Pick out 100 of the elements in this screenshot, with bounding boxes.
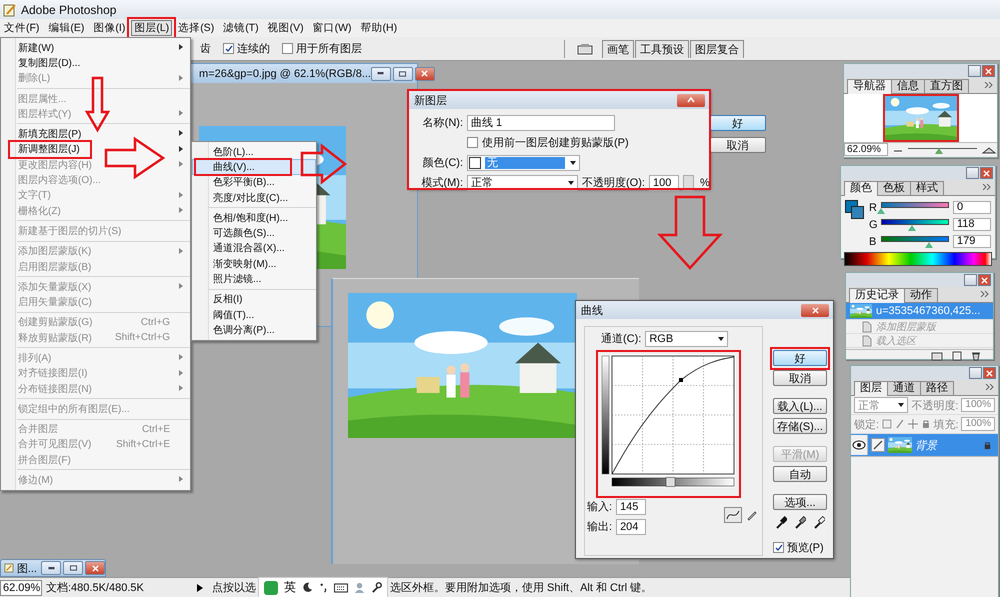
dialog-button[interactable]: 存储(S)... xyxy=(773,418,827,434)
trash-icon[interactable] xyxy=(971,351,981,361)
keyboard-icon[interactable] xyxy=(334,582,348,592)
zoom-field[interactable]: 62.09% xyxy=(844,143,888,156)
eyedropper-icon[interactable] xyxy=(794,516,806,530)
curve-tool-icon[interactable] xyxy=(724,507,742,523)
new-document-icon[interactable] xyxy=(951,351,963,361)
zoom-field[interactable]: 62.09% xyxy=(0,580,42,596)
panel-menu-icon[interactable] xyxy=(980,291,990,297)
panel-tab[interactable]: 通道 xyxy=(887,381,921,395)
panel-tab[interactable]: 历史记录 xyxy=(849,288,905,303)
dialog-button[interactable]: 载入(L)... xyxy=(773,398,827,414)
menu-item[interactable]: 视图(V) xyxy=(264,20,307,36)
menu-item[interactable]: 滤镜(T) xyxy=(220,20,262,36)
panel-tab[interactable]: 导航器 xyxy=(847,79,892,94)
pencil-icon[interactable] xyxy=(746,509,758,521)
palette-well-icon[interactable] xyxy=(577,42,593,54)
wrench-icon[interactable] xyxy=(371,582,382,593)
close-button[interactable] xyxy=(801,304,829,316)
menu-item[interactable]: 选择(S) xyxy=(175,20,218,36)
snapshot-icon[interactable] xyxy=(931,351,943,361)
panel-tab[interactable]: 色板 xyxy=(877,181,911,195)
midpoint-handle[interactable] xyxy=(666,477,676,487)
menu-item[interactable]: 通道混合器(X)... xyxy=(192,240,316,256)
minimized-window[interactable]: 图... xyxy=(0,559,106,577)
menu-item[interactable]: 文件(F) xyxy=(1,20,42,36)
panel-menu-icon[interactable] xyxy=(982,184,992,190)
menu-item[interactable]: 色彩平衡(B)... xyxy=(192,174,316,190)
menu-item[interactable]: 复制图层(D)... xyxy=(1,55,190,71)
value-field[interactable]: 118 xyxy=(953,218,991,231)
menu-item[interactable]: 曲线(V)... xyxy=(192,159,316,175)
checkbox[interactable] xyxy=(282,43,293,54)
maximize-button[interactable] xyxy=(63,561,83,575)
menu-item[interactable]: 照片滤镜... xyxy=(192,271,316,287)
palette-tab[interactable]: 工具预设 xyxy=(635,40,689,58)
menu-item[interactable]: 亮度/对比度(C)... xyxy=(192,190,316,206)
palette-tab[interactable]: 图层复合 xyxy=(690,40,744,58)
menu-item[interactable]: 新填充图层(P) xyxy=(1,126,190,142)
close-button[interactable] xyxy=(414,66,435,80)
minimize-button[interactable] xyxy=(964,274,977,286)
name-field[interactable]: 曲线 1 xyxy=(467,114,615,130)
collapse-button[interactable] xyxy=(677,94,705,106)
dialog-button[interactable]: 取消 xyxy=(710,137,766,153)
close-button[interactable] xyxy=(980,167,993,179)
output-field[interactable]: 204 xyxy=(616,518,646,534)
value-field[interactable]: 179 xyxy=(953,235,991,248)
move-icon[interactable] xyxy=(908,419,918,429)
dialog-button[interactable]: 选项... xyxy=(773,494,827,510)
panel-menu-icon[interactable] xyxy=(984,82,994,88)
opacity-field[interactable]: 100% xyxy=(961,398,995,412)
menu-item[interactable]: 编辑(E) xyxy=(45,20,88,36)
close-button[interactable] xyxy=(983,367,996,379)
dialog-button[interactable]: 好 xyxy=(710,115,766,131)
channel-dropdown[interactable]: RGB xyxy=(645,330,728,346)
checkbox[interactable] xyxy=(773,542,784,553)
menu-item[interactable]: 窗口(W) xyxy=(310,20,355,36)
panel-tab[interactable]: 样式 xyxy=(910,181,944,195)
menu-item[interactable]: 可选颜色(S)... xyxy=(192,225,316,241)
minimize-button[interactable] xyxy=(41,561,61,575)
dialog-button[interactable]: 取消 xyxy=(773,370,827,386)
minimize-button[interactable] xyxy=(966,167,979,179)
menu-item[interactable]: 阈值(T)... xyxy=(192,306,316,322)
panel-tab[interactable]: 信息 xyxy=(891,79,925,93)
value-field[interactable]: 0 xyxy=(953,201,991,214)
close-button[interactable] xyxy=(85,561,105,575)
palette-tab[interactable]: 画笔 xyxy=(602,40,634,58)
fill-field[interactable]: 100% xyxy=(961,417,996,431)
dialog-button[interactable]: 好 xyxy=(773,350,827,366)
minimize-button[interactable] xyxy=(969,367,982,379)
close-button[interactable] xyxy=(982,65,995,77)
dialog-button[interactable]: 自动 xyxy=(773,466,827,482)
menu-item[interactable]: 色调分离(P)... xyxy=(192,322,316,338)
lock-icon[interactable] xyxy=(920,419,930,429)
panel-tab[interactable]: 颜色 xyxy=(844,181,878,196)
close-button[interactable] xyxy=(978,274,991,286)
ime-mode-button[interactable]: 英 xyxy=(284,579,296,596)
menu-item[interactable]: 新调整图层(J) xyxy=(1,142,190,158)
minimize-button[interactable] xyxy=(370,66,391,80)
visibility-toggle[interactable] xyxy=(851,435,868,455)
menu-item[interactable]: 渐变映射(M)... xyxy=(192,256,316,272)
panel-tab[interactable]: 路径 xyxy=(920,381,954,395)
menu-item[interactable]: 新建(W) xyxy=(1,40,190,56)
zoom-in-icon[interactable] xyxy=(981,146,997,154)
minimize-button[interactable] xyxy=(968,65,981,77)
color-swatch-icon[interactable] xyxy=(845,200,863,218)
panel-tab[interactable]: 图层 xyxy=(854,381,888,396)
checkbox[interactable] xyxy=(467,137,478,148)
panel-tab[interactable]: 动作 xyxy=(904,288,938,302)
panel-tab[interactable]: 直方图 xyxy=(924,79,969,93)
maximize-button[interactable] xyxy=(392,66,413,80)
color-ramp[interactable] xyxy=(844,252,992,266)
menu-item[interactable]: 色阶(L)... xyxy=(192,144,316,160)
checkbox[interactable] xyxy=(223,43,234,54)
punctuation-icon[interactable] xyxy=(319,582,328,593)
menu-item[interactable]: 色相/饱和度(H)... xyxy=(192,210,316,226)
play-icon[interactable] xyxy=(196,582,204,592)
menu-item[interactable]: 图像(I) xyxy=(90,20,128,36)
color-slider[interactable] xyxy=(881,218,949,230)
menu-item[interactable]: 帮助(H) xyxy=(358,20,400,36)
input-field[interactable]: 145 xyxy=(616,498,646,514)
